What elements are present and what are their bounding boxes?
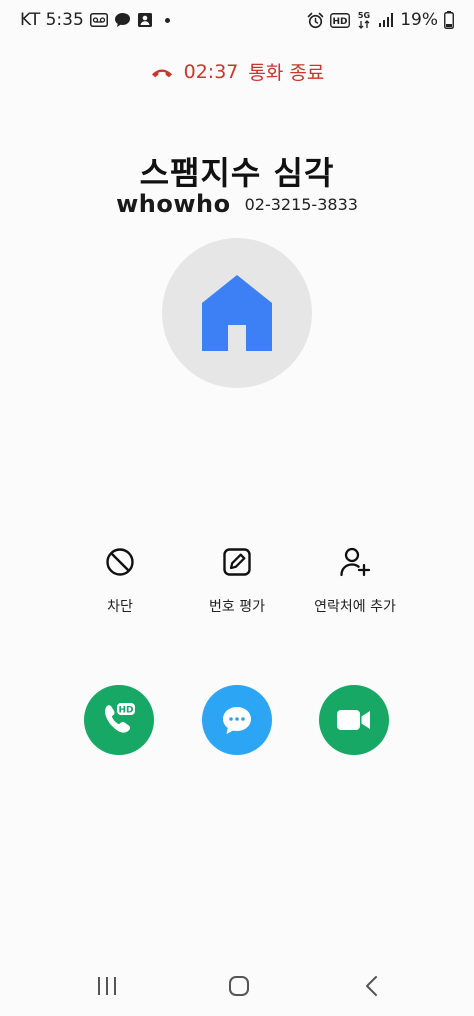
add-contact-icon (339, 540, 371, 584)
hd-voice-icon: HD (330, 12, 351, 28)
voice-call-button[interactable]: HD (84, 685, 154, 755)
video-call-icon (337, 710, 370, 730)
call-ended-status: 02:37 통화 종료 (0, 58, 474, 85)
status-bar: KT 5:35 HD 5G 19% (0, 0, 474, 40)
rate-number-label: 번호 평가 (209, 599, 265, 615)
alarm-icon (307, 12, 324, 29)
navigation-bar (0, 956, 474, 1016)
status-left: KT 5:35 (20, 10, 170, 30)
caller-details: whowho 02-3215-3833 (0, 190, 474, 218)
home-icon (202, 275, 272, 351)
block-label: 차단 (107, 599, 133, 615)
home-button[interactable] (214, 968, 264, 1004)
more-notifications-dot (164, 17, 170, 23)
call-buttons: HD (0, 685, 474, 755)
chat-notification-icon (114, 12, 131, 28)
whowho-logo: whowho (116, 190, 231, 218)
call-actions: 차단 번호 평가 연락처에 추가 (0, 540, 474, 620)
contact-card-icon (137, 12, 153, 28)
hd-voice-call-icon: HD (104, 703, 135, 733)
svg-text:5G: 5G (358, 11, 370, 20)
svg-text:HD: HD (118, 706, 133, 716)
video-call-button[interactable] (319, 685, 389, 755)
5g-icon: 5G (356, 10, 372, 30)
svg-text:HD: HD (333, 17, 348, 27)
recent-apps-icon (98, 977, 116, 995)
edit-icon (222, 540, 252, 584)
message-button[interactable] (202, 685, 272, 755)
caller-name: 스팸지수 심각 (139, 154, 335, 192)
voicemail-icon (89, 13, 108, 27)
phone-number: 02-3215-3833 (244, 194, 358, 214)
back-icon (366, 976, 377, 996)
battery-icon (444, 11, 454, 29)
recent-apps-button[interactable] (82, 968, 132, 1004)
back-button[interactable] (346, 968, 396, 1004)
add-contact-button[interactable]: 연락처에 추가 (280, 540, 430, 616)
home-button-icon (229, 976, 249, 996)
status-right: HD 5G 19% (307, 10, 454, 30)
caller-avatar (162, 238, 312, 388)
hang-up-icon (150, 65, 174, 79)
carrier-time: KT 5:35 (20, 10, 84, 30)
message-icon (223, 707, 251, 734)
battery-percent: 19% (400, 10, 438, 30)
signal-icon (378, 13, 394, 27)
add-contact-label: 연락처에 추가 (314, 599, 396, 615)
block-icon (105, 540, 135, 584)
call-duration: 02:37 (183, 60, 239, 83)
call-ended-label: 통화 종료 (248, 62, 325, 84)
